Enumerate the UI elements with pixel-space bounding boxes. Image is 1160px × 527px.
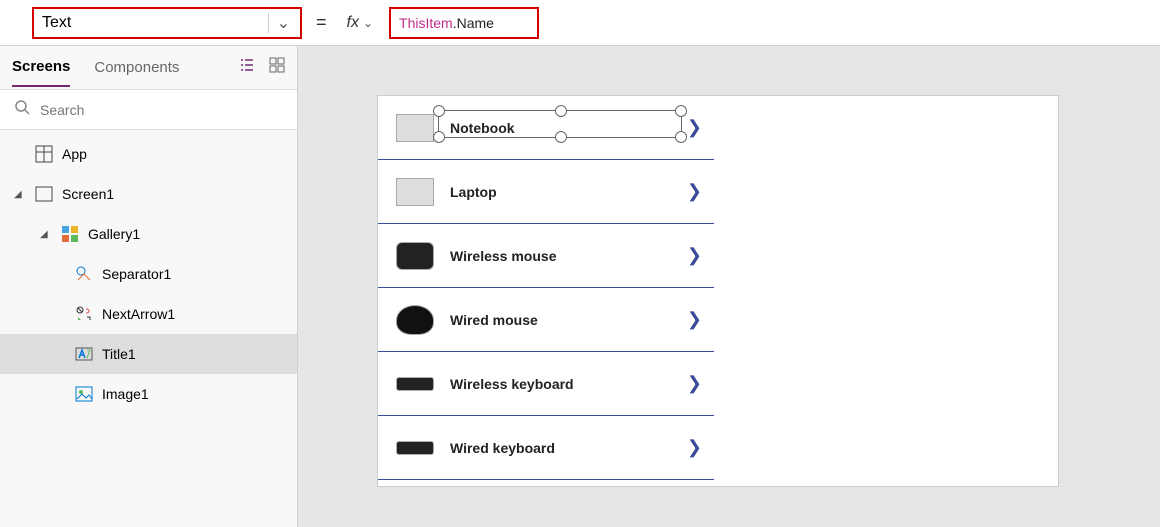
separator-icon	[74, 264, 94, 284]
search-input[interactable]	[40, 102, 283, 118]
item-image	[396, 377, 434, 391]
tree-node-separator1[interactable]: Separator1	[0, 254, 297, 294]
fx-icon: fx	[347, 14, 359, 32]
grid-view-icon[interactable]	[269, 57, 285, 78]
item-image	[396, 178, 434, 206]
item-title: Wired mouse	[450, 312, 538, 328]
app-preview[interactable]: Notebook ❯ Laptop ❯ Wireless mouse ❯	[378, 96, 1058, 486]
selection-outline	[438, 110, 682, 138]
tree-options-icon[interactable]	[239, 57, 255, 78]
item-title: Laptop	[450, 184, 497, 200]
resize-handle[interactable]	[433, 105, 445, 117]
app-icon	[34, 144, 54, 164]
gallery-item[interactable]: Notebook ❯	[378, 96, 714, 160]
property-selector[interactable]: Text ⌄	[32, 7, 302, 39]
tree-label: Screen1	[62, 186, 114, 202]
tree-label: Image1	[102, 386, 149, 402]
tree-view-panel: Screens Components App ◢	[0, 46, 298, 527]
item-image	[396, 441, 434, 455]
chevron-right-icon[interactable]: ❯	[687, 117, 702, 138]
tree-view: App ◢ Screen1 ◢ Gallery1 Separator1	[0, 130, 297, 414]
label-icon	[74, 344, 94, 364]
gallery-icon	[60, 224, 80, 244]
collapse-icon[interactable]: ◢	[14, 189, 26, 200]
tree-node-gallery1[interactable]: ◢ Gallery1	[0, 214, 297, 254]
resize-handle[interactable]	[675, 105, 687, 117]
item-image	[396, 305, 434, 335]
image-icon	[74, 384, 94, 404]
gallery-item[interactable]: Wireless mouse ❯	[378, 224, 714, 288]
collapse-icon[interactable]: ◢	[40, 229, 52, 240]
chevron-right-icon[interactable]: ❯	[687, 437, 702, 458]
tree-node-image1[interactable]: Image1	[0, 374, 297, 414]
resize-handle[interactable]	[555, 105, 567, 117]
gallery-item[interactable]: Wired keyboard ❯	[378, 416, 714, 480]
formula-token-name: .Name	[453, 15, 494, 31]
search-icon	[14, 99, 30, 120]
resize-handle[interactable]	[555, 131, 567, 143]
tab-screens[interactable]: Screens	[12, 48, 70, 87]
tree-node-nextarrow1[interactable]: NextArrow1	[0, 294, 297, 334]
chevron-right-icon[interactable]: ❯	[687, 245, 702, 266]
gallery-item[interactable]: Wireless keyboard ❯	[378, 352, 714, 416]
chevron-right-icon[interactable]: ❯	[687, 181, 702, 202]
nextarrow-icon	[74, 304, 94, 324]
item-title: Wireless keyboard	[450, 376, 574, 392]
tree-label: NextArrow1	[102, 306, 175, 322]
property-selector-value: Text	[42, 14, 71, 32]
chevron-down-icon: ⌄	[268, 13, 292, 33]
tree-node-title1[interactable]: Title1	[0, 334, 297, 374]
gallery-item[interactable]: Laptop ❯	[378, 160, 714, 224]
formula-token-thisitem: ThisItem	[399, 15, 453, 31]
item-image	[396, 114, 434, 142]
item-title: Wireless mouse	[450, 248, 556, 264]
tree-label: Separator1	[102, 266, 171, 282]
canvas-area[interactable]: Notebook ❯ Laptop ❯ Wireless mouse ❯	[298, 46, 1160, 527]
chevron-down-icon: ⌄	[363, 16, 373, 30]
equals-sign: =	[312, 12, 331, 33]
chevron-right-icon[interactable]: ❯	[687, 373, 702, 394]
tree-label: App	[62, 146, 87, 162]
fx-button[interactable]: fx ⌄	[341, 14, 380, 32]
tree-label: Gallery1	[88, 226, 140, 242]
tree-node-screen1[interactable]: ◢ Screen1	[0, 174, 297, 214]
tree-node-app[interactable]: App	[0, 134, 297, 174]
tree-label: Title1	[102, 346, 136, 362]
search-row	[0, 90, 297, 130]
resize-handle[interactable]	[675, 131, 687, 143]
screen-icon	[34, 184, 54, 204]
item-image	[396, 242, 434, 270]
formula-input[interactable]: ThisItem.Name	[389, 7, 539, 39]
tree-view-tabs: Screens Components	[0, 46, 297, 90]
resize-handle[interactable]	[433, 131, 445, 143]
chevron-right-icon[interactable]: ❯	[687, 309, 702, 330]
tab-components[interactable]: Components	[94, 49, 179, 86]
formula-bar: Text ⌄ = fx ⌄ ThisItem.Name	[0, 0, 1160, 46]
item-title: Wired keyboard	[450, 440, 555, 456]
gallery-item[interactable]: Wired mouse ❯	[378, 288, 714, 352]
